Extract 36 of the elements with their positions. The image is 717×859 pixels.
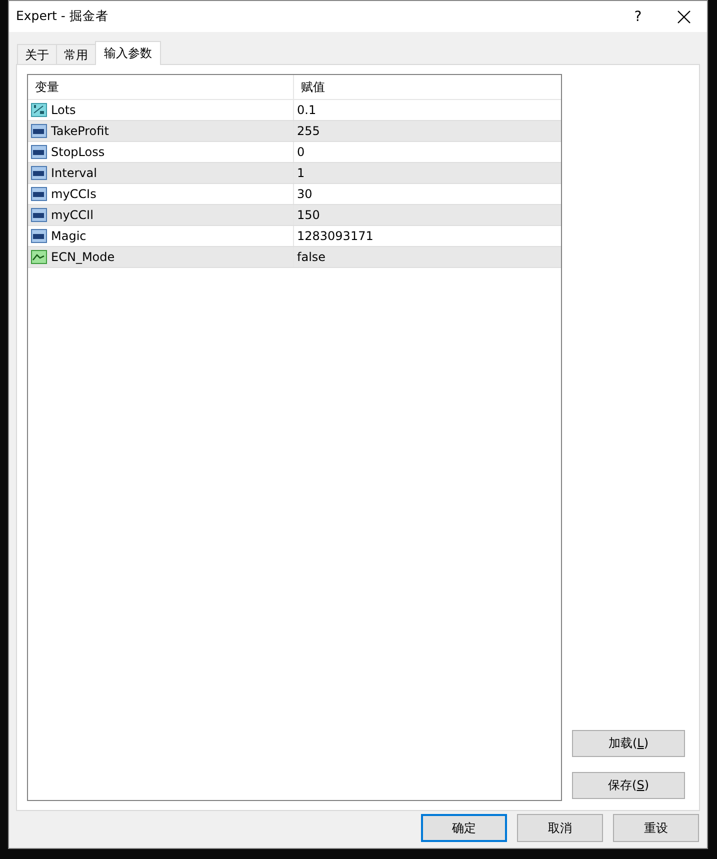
parameter-value[interactable]: 255 bbox=[297, 124, 320, 138]
parameter-value[interactable]: 0.1 bbox=[297, 103, 316, 117]
column-header: 赋值 bbox=[300, 78, 326, 96]
number-icon bbox=[31, 207, 47, 223]
parameter-name: myCCIl bbox=[51, 208, 94, 222]
parameter-name: Lots bbox=[51, 103, 76, 117]
number-icon bbox=[31, 123, 47, 139]
dialog-button[interactable]: 取消 bbox=[517, 814, 603, 842]
tab[interactable]: 关于 bbox=[17, 44, 57, 65]
parameter-name: ECN_Mode bbox=[51, 250, 115, 264]
number-icon bbox=[31, 228, 47, 244]
dialog-button[interactable]: 保存(S) bbox=[572, 772, 685, 799]
parameter-value[interactable]: false bbox=[297, 250, 326, 264]
help-button[interactable]: ? bbox=[615, 1, 661, 32]
number-icon bbox=[31, 165, 47, 181]
dialog-button[interactable]: 重设 bbox=[613, 814, 699, 842]
parameter-name: StopLoss bbox=[51, 145, 105, 159]
close-icon bbox=[677, 10, 691, 24]
toggle-icon bbox=[31, 249, 47, 265]
parameter-value[interactable]: 0 bbox=[297, 145, 305, 159]
parameter-value[interactable]: 150 bbox=[297, 208, 320, 222]
dialog-button[interactable]: 确定 bbox=[421, 814, 507, 842]
fraction-icon bbox=[31, 102, 47, 118]
window-title: Expert - 掘金者 bbox=[16, 8, 110, 25]
tab[interactable]: 输入参数 bbox=[95, 41, 161, 65]
parameter-name: Magic bbox=[51, 229, 86, 243]
parameter-name: myCCIs bbox=[51, 187, 96, 201]
column-header: 变量 bbox=[28, 75, 294, 99]
number-icon bbox=[31, 144, 47, 160]
parameter-name: TakeProfit bbox=[51, 124, 109, 138]
parameter-value[interactable]: 1 bbox=[297, 166, 305, 180]
dialog-button[interactable]: 加载(L) bbox=[572, 730, 685, 757]
parameter-name: Interval bbox=[51, 166, 97, 180]
parameter-value[interactable]: 30 bbox=[297, 187, 312, 201]
parameter-value[interactable]: 1283093171 bbox=[297, 229, 374, 243]
number-icon bbox=[31, 186, 47, 202]
